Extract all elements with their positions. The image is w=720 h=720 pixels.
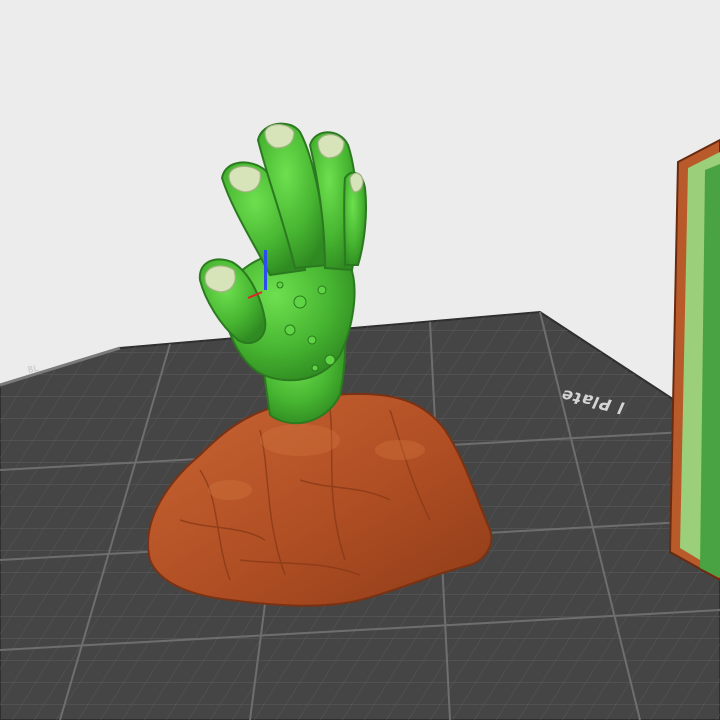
axis-z-indicator [264, 250, 267, 290]
scene-canvas[interactable] [0, 0, 720, 720]
side-object-wall[interactable] [668, 138, 720, 582]
3d-viewport[interactable]: BL l Plate [0, 0, 720, 720]
